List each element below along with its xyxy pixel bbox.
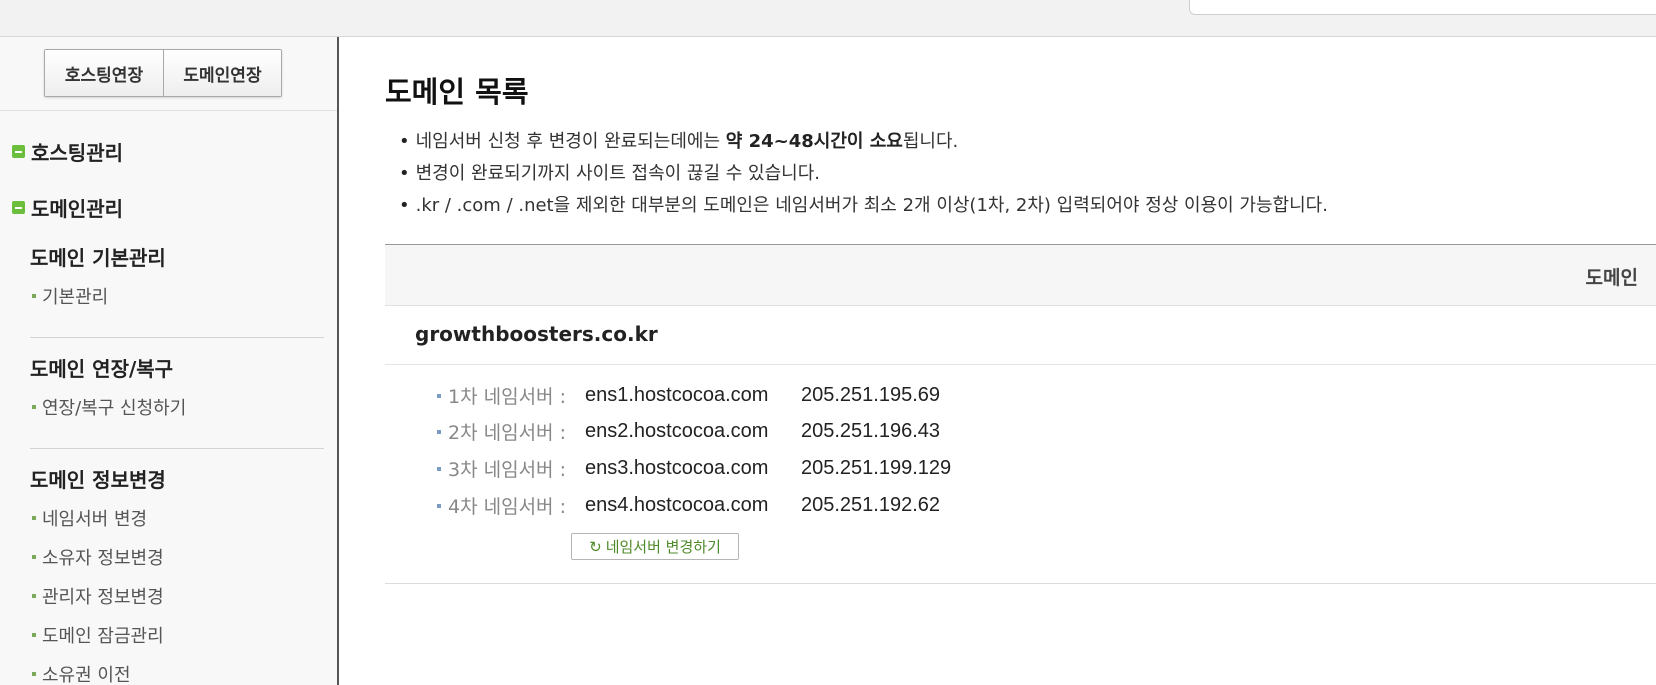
nameserver-list: 1차 네임서버 : ens1.hostcocoa.com 205.251.195… (385, 365, 1656, 584)
group-title-basic: 도메인 기본관리 (30, 246, 166, 270)
nameserver-host: ens3.hostcocoa.com (585, 457, 769, 479)
bullet-dot: • (399, 195, 410, 216)
sidebar-item-nameserver[interactable]: 네임서버 변경 (32, 505, 147, 531)
minus-square-icon (12, 145, 25, 158)
sidebar-item-label: 기본관리 (42, 287, 109, 308)
group-divider (30, 337, 324, 338)
notice-item: • .kr / .com / .net을 제외한 대부분의 도메인은 네임서버가 … (399, 190, 1328, 222)
notice-text: 변경이 완료되기까지 사이트 접속이 끊길 수 있습니다. (415, 163, 820, 184)
sidebar-item-admin[interactable]: 관리자 정보변경 (32, 583, 164, 609)
nameserver-label: 1차 네임서버 : (448, 386, 566, 408)
nameserver-row: 1차 네임서버 : ens1.hostcocoa.com 205.251.195… (437, 382, 940, 409)
bullet-icon (437, 466, 441, 471)
sidebar-item-label: 소유자 정보변경 (42, 548, 164, 569)
notice-item: • 네임서버 신청 후 변경이 완료되는데에는 약 24~48시간이 소요됩니다. (399, 126, 1328, 158)
table-header: 도메인 (385, 244, 1656, 306)
group-title-renew: 도메인 연장/복구 (30, 357, 174, 381)
nameserver-host: ens1.hostcocoa.com (585, 384, 769, 406)
sidebar-item-label: 관리자 정보변경 (42, 587, 164, 608)
bullet-icon (437, 503, 441, 508)
sidebar-item-label: 소유권 이전 (42, 665, 131, 685)
bullet-icon (32, 594, 36, 598)
sidebar: 호스팅연장 도메인연장 호스팅관리 도메인관리 도메인 기본관리 기본관리 도메… (0, 37, 339, 685)
change-nameserver-button[interactable]: ↻ 네임서버 변경하기 (571, 533, 739, 560)
extend-button-group: 호스팅연장 도메인연장 (44, 49, 282, 97)
notice-text: .kr / .com / .net을 제외한 대부분의 도메인은 네임서버가 최… (415, 195, 1328, 216)
domain-name: growthboosters.co.kr (415, 322, 658, 346)
sidebar-item-label: 도메인 잠금관리 (42, 626, 164, 647)
bullet-icon (32, 294, 36, 298)
sidebar-item-transfer[interactable]: 소유권 이전 (32, 661, 131, 685)
category-domain[interactable]: 도메인관리 (12, 193, 123, 222)
nameserver-label: 4차 네임서버 : (448, 496, 566, 518)
top-search-field[interactable] (1189, 0, 1656, 15)
column-header-domain: 도메인 (1585, 267, 1638, 289)
sidebar-item-renew[interactable]: 연장/복구 신청하기 (32, 394, 186, 420)
bullet-icon (32, 405, 36, 409)
nameserver-ip: 205.251.192.62 (801, 494, 941, 516)
category-hosting[interactable]: 호스팅관리 (12, 137, 123, 166)
nameserver-row: 3차 네임서버 : ens3.hostcocoa.com 205.251.199… (437, 455, 951, 482)
minus-square-icon (12, 201, 25, 214)
refresh-icon: ↻ (589, 537, 602, 556)
nameserver-label: 2차 네임서버 : (448, 422, 566, 444)
nameserver-row: 2차 네임서버 : ens2.hostcocoa.com 205.251.196… (437, 418, 940, 445)
nameserver-ip: 205.251.196.43 (801, 420, 941, 442)
nameserver-ip: 205.251.199.129 (801, 457, 952, 479)
bullet-dot: • (399, 131, 410, 152)
bullet-icon (32, 555, 36, 559)
nameserver-host: ens2.hostcocoa.com (585, 420, 769, 442)
bullet-icon (32, 516, 36, 520)
category-hosting-label: 호스팅관리 (31, 141, 123, 165)
notice-text: 네임서버 신청 후 변경이 완료되는데에는 (415, 131, 726, 152)
bullet-icon (32, 672, 36, 676)
category-domain-label: 도메인관리 (31, 197, 123, 221)
hosting-extend-button[interactable]: 호스팅연장 (45, 50, 163, 96)
nameserver-ip: 205.251.195.69 (801, 384, 941, 406)
notice-text: 됩니다. (902, 131, 959, 152)
bullet-dot: • (399, 163, 410, 184)
bullet-icon (437, 393, 441, 398)
page-title: 도메인 목록 (385, 75, 529, 109)
main-content: 도메인 목록 • 네임서버 신청 후 변경이 완료되는데에는 약 24~48시간이… (341, 37, 1656, 685)
domain-table: 도메인 growthboosters.co.kr 1차 네임서버 : ens1.… (385, 244, 1656, 584)
sidebar-item-basic[interactable]: 기본관리 (32, 283, 108, 309)
nameserver-label: 3차 네임서버 : (448, 459, 566, 481)
nameserver-host: ens4.hostcocoa.com (585, 494, 769, 516)
sidebar-item-label: 네임서버 변경 (42, 509, 148, 530)
sidebar-divider (0, 110, 337, 111)
group-title-info: 도메인 정보변경 (30, 468, 166, 492)
change-nameserver-label: 네임서버 변경하기 (605, 538, 721, 556)
sidebar-item-label: 연장/복구 신청하기 (42, 398, 187, 419)
group-divider (30, 448, 324, 449)
nameserver-row: 4차 네임서버 : ens4.hostcocoa.com 205.251.192… (437, 492, 940, 519)
table-row: growthboosters.co.kr (385, 306, 1656, 365)
notice-list: • 네임서버 신청 후 변경이 완료되는데에는 약 24~48시간이 소요됩니다.… (399, 126, 1328, 222)
sidebar-item-owner[interactable]: 소유자 정보변경 (32, 544, 164, 570)
sidebar-item-lock[interactable]: 도메인 잠금관리 (32, 622, 164, 648)
notice-item: • 변경이 완료되기까지 사이트 접속이 끊길 수 있습니다. (399, 158, 1328, 190)
browser-top-bar (0, 0, 1656, 37)
bullet-icon (437, 429, 441, 434)
notice-emphasis: 약 24~48시간이 소요 (725, 131, 903, 152)
domain-extend-button[interactable]: 도메인연장 (163, 50, 281, 96)
bullet-icon (32, 633, 36, 637)
